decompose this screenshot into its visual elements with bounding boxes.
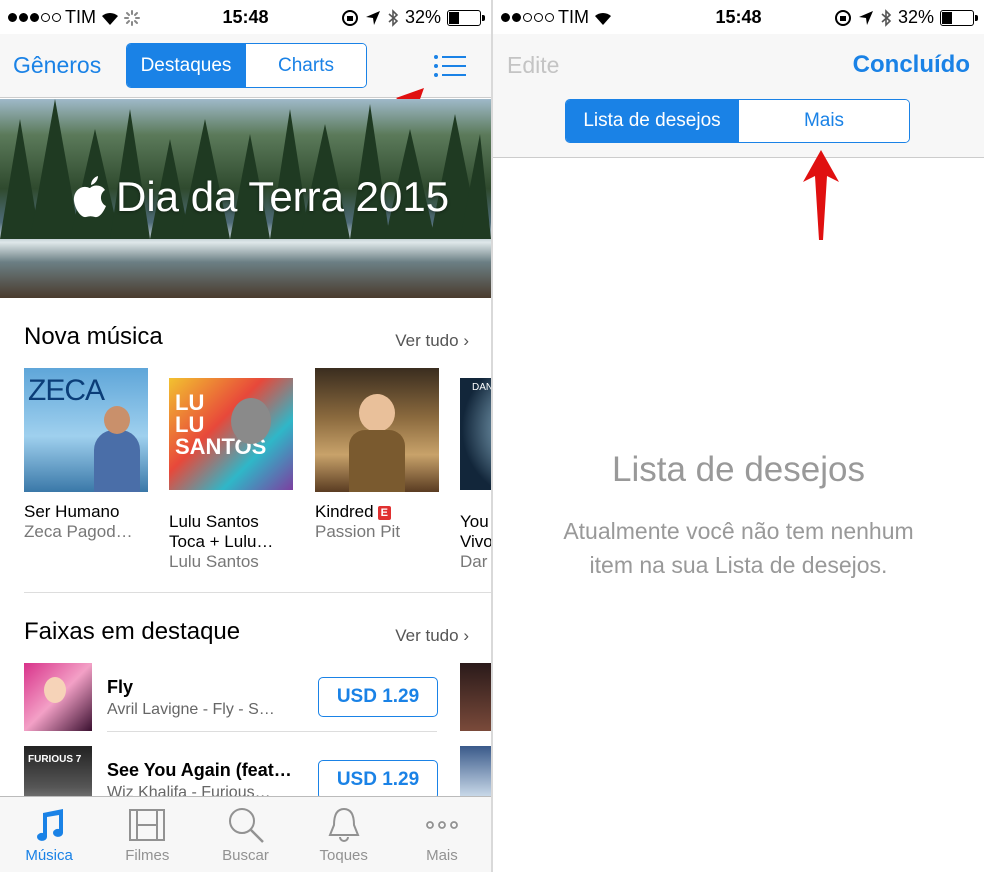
tab-music[interactable]: Música	[0, 797, 98, 872]
album-title: Kindred E	[315, 502, 439, 522]
see-all-new-music[interactable]: Ver tudo ›	[395, 331, 469, 351]
explicit-badge: E	[377, 505, 391, 520]
album-title: Lulu Santos	[169, 512, 259, 531]
tab-label: Filmes	[125, 847, 170, 864]
tab-search[interactable]: Buscar	[196, 797, 294, 872]
featured-screen: TIM 15:48 32% Gêneros Destaques Charts D…	[0, 0, 491, 872]
battery-icon	[940, 9, 978, 26]
search-icon	[228, 808, 264, 843]
list-icon[interactable]	[433, 54, 467, 78]
nav-bar: Edite Concluído Lista de desejos Mais	[493, 34, 984, 158]
more-icon	[426, 821, 458, 829]
rotation-lock-icon	[834, 9, 851, 26]
track-artwork-partial	[460, 746, 491, 796]
segmented-control: Lista de desejos Mais	[565, 99, 910, 143]
wishlist-screen: TIM 15:48 32% Edite Concluído Lista de d…	[493, 0, 984, 872]
album-subtitle: Toca + Lulu…	[169, 532, 274, 551]
battery-icon	[447, 9, 485, 26]
genres-button[interactable]: Gêneros	[13, 52, 101, 79]
row-divider	[107, 731, 437, 732]
empty-state-line: item na sua Lista de desejos.	[589, 552, 888, 578]
track-title: Fly	[107, 677, 134, 697]
edit-button[interactable]: Edite	[507, 52, 559, 79]
album-artist: Dar	[460, 552, 488, 571]
segment-wishlist[interactable]: Lista de desejos	[566, 100, 738, 142]
section-divider	[24, 592, 491, 593]
done-button[interactable]: Concluído	[853, 51, 970, 79]
location-icon	[858, 10, 873, 25]
track-row[interactable]: Fly Avril Lavigne - Fly - S… USD 1.29	[24, 663, 444, 733]
album-card[interactable]: DAN You Vivo Dar	[460, 378, 491, 572]
album-cover: LU LU SANTOS	[169, 378, 293, 490]
tab-ringtones[interactable]: Toques	[295, 797, 393, 872]
album-card[interactable]: Kindred E Passion Pit	[315, 368, 439, 542]
location-icon	[365, 10, 380, 25]
album-card[interactable]: LU LU SANTOS Lulu Santos Toca + Lulu… Lulu…	[169, 378, 293, 572]
price-button[interactable]: USD 1.29	[318, 760, 438, 800]
tab-more[interactable]: Mais	[393, 797, 491, 872]
album-card[interactable]: ZECA Ser Humano Zeca Pagod…	[24, 368, 148, 542]
artwork-text: FURIOUS 7	[28, 754, 82, 765]
banner-title: Dia da Terra 2015	[116, 173, 450, 220]
bluetooth-icon	[881, 8, 892, 27]
tab-bar: Música Filmes Buscar Toques Mais	[0, 796, 491, 872]
tab-films[interactable]: Filmes	[98, 797, 196, 872]
rotation-lock-icon	[341, 9, 358, 26]
empty-state-line: Atualmente você não tem nenhum	[563, 518, 914, 544]
track-artwork-partial	[460, 663, 491, 731]
section-title-featured-tracks: Faixas em destaque	[24, 618, 241, 645]
apple-logo-icon	[73, 176, 106, 218]
battery-percent: 32%	[404, 7, 441, 27]
tab-label: Buscar	[222, 847, 269, 864]
status-bar: TIM 15:48 32%	[493, 0, 984, 34]
chevron-right-icon: ›	[463, 331, 469, 350]
status-bar: TIM 15:48 32%	[0, 0, 491, 34]
album-title: Ser Humano	[24, 502, 120, 521]
music-note-icon	[37, 809, 64, 841]
bell-icon	[328, 807, 360, 842]
empty-state-title: Lista de desejos	[612, 450, 865, 489]
tab-label: Mais	[426, 847, 458, 864]
tab-label: Toques	[319, 847, 368, 864]
film-icon	[129, 809, 166, 841]
price-button[interactable]: USD 1.29	[318, 677, 438, 717]
album-artist: Passion Pit	[315, 522, 401, 541]
track-artwork	[24, 663, 92, 731]
see-all-tracks[interactable]: Ver tudo ›	[395, 626, 469, 646]
battery-percent: 32%	[897, 7, 934, 27]
tab-label: Música	[25, 847, 73, 864]
album-artist: Zeca Pagod…	[24, 522, 133, 541]
album-title: You	[460, 512, 489, 531]
album-cover	[315, 368, 439, 492]
section-title-new-music: Nova música	[24, 323, 163, 350]
chevron-right-icon: ›	[463, 626, 469, 645]
bluetooth-icon	[388, 8, 399, 27]
annotation-arrow-icon	[803, 150, 839, 240]
album-cover: ZECA	[24, 368, 148, 492]
segmented-control: Destaques Charts	[126, 43, 367, 88]
segment-more[interactable]: Mais	[738, 100, 909, 142]
track-subtitle: Avril Lavigne - Fly - S…	[107, 701, 275, 718]
album-artist: Lulu Santos	[169, 552, 259, 571]
empty-state-message: Atualmente você não tem nenhum item na s…	[523, 514, 954, 582]
earth-day-banner[interactable]: Dia da Terra 2015	[0, 99, 491, 298]
segment-destaques[interactable]: Destaques	[127, 44, 245, 87]
track-title: See You Again (feat…	[107, 760, 292, 780]
segment-charts[interactable]: Charts	[245, 44, 366, 87]
album-cover: DAN	[460, 378, 491, 490]
album-subtitle: Vivo	[460, 532, 491, 551]
